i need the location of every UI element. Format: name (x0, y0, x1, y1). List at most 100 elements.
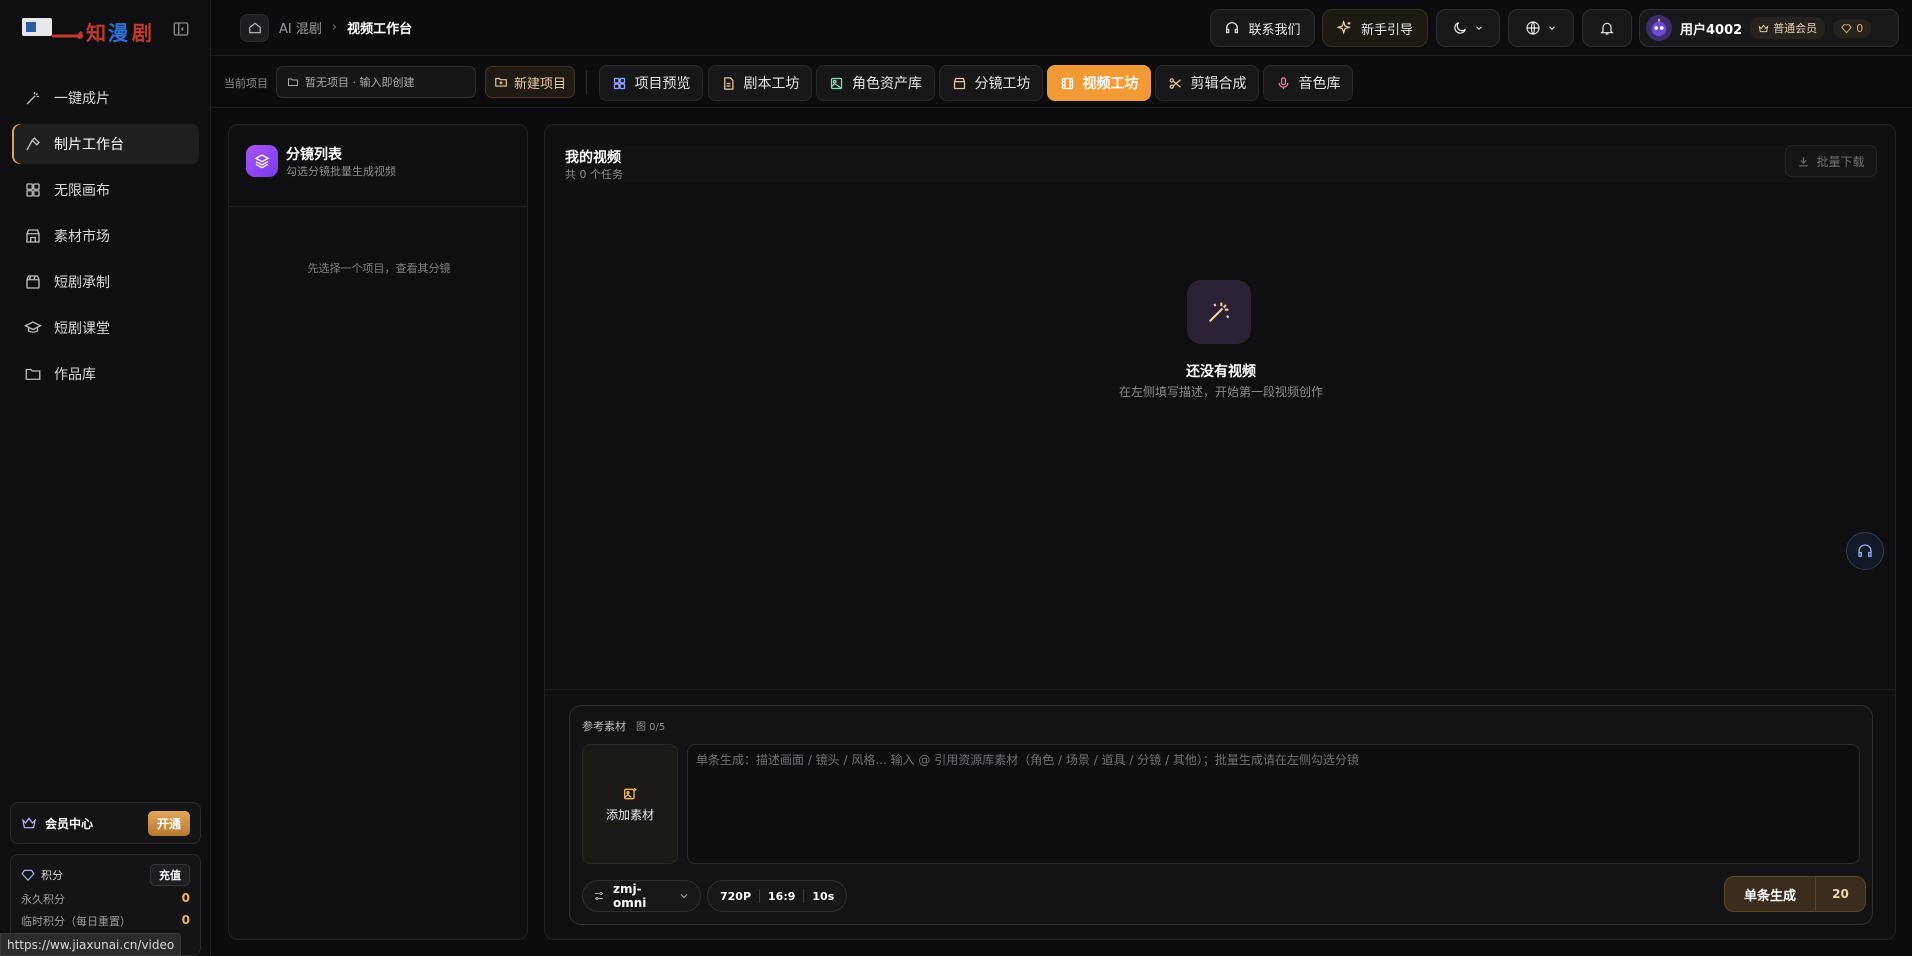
sidebar-item-canvas[interactable]: 无限画布 (12, 170, 199, 210)
folder-open-icon (287, 76, 299, 88)
notifications-button[interactable] (1582, 9, 1632, 47)
theme-toggle-button[interactable] (1436, 9, 1500, 47)
sidebar-item-one-click[interactable]: 一键成片 (12, 78, 199, 118)
storyboard-empty-text: 先选择一个项目，查看其分镜 (307, 262, 451, 275)
svg-text:知: 知 (86, 21, 106, 45)
scissors-icon (1168, 76, 1183, 91)
sidebar-item-label: 作品库 (54, 367, 96, 383)
tab-storyboard-workshop[interactable]: 分镜工坊 (939, 65, 1043, 101)
image-icon (829, 76, 844, 91)
duration-value: 10s (812, 889, 835, 903)
tab-edit-compose[interactable]: 剪辑合成 (1155, 65, 1259, 101)
sidebar-item-label: 制片工作台 (54, 137, 124, 153)
add-material-label: 添加素材 (605, 807, 654, 822)
bell-icon (1599, 20, 1615, 36)
store-icon (24, 227, 42, 245)
storyboard-list-header: 分镜列表 勾选分镜批量生成视频 (229, 125, 527, 207)
spec-divider (803, 889, 805, 903)
tab-project-preview[interactable]: 项目预览 (599, 65, 703, 101)
grid-icon (24, 181, 42, 199)
document-icon (721, 76, 736, 91)
my-videos-count: 共 0 个任务 (565, 168, 623, 181)
member-tier-label: 普通会员 (1773, 22, 1818, 35)
crown-icon (1758, 23, 1769, 34)
empty-state-subtitle: 在左侧填写描述，开始第一段视频创作 (1118, 385, 1323, 399)
headset-icon (1856, 542, 1874, 560)
member-center-card[interactable]: 会员中心 开通 (10, 802, 201, 844)
new-project-label: 新建项目 (513, 76, 566, 92)
svg-text:剧: 剧 (132, 21, 152, 45)
folder-plus-icon (494, 75, 508, 89)
layers-icon (246, 145, 278, 177)
magic-wand-icon (24, 89, 42, 107)
magic-wand-icon (1187, 280, 1251, 344)
globe-icon (1525, 20, 1541, 36)
image-plus-icon (622, 786, 638, 802)
logo-row: 知 漫 剧 (20, 10, 195, 50)
sidebar-item-workbench[interactable]: 制片工作台 (12, 124, 199, 164)
sidebar-item-works[interactable]: 作品库 (12, 354, 199, 394)
sidebar: 知 漫 剧 一键成片 制片工作台 无限画布 素材市场 短剧承制 短剧课堂 作品库… (0, 0, 211, 956)
sidebar-collapse-icon[interactable] (172, 20, 192, 40)
sidebar-item-label: 短剧课堂 (54, 321, 110, 337)
breadcrumb-current: 视频工作台 (347, 22, 413, 37)
user-profile-button[interactable]: 用户4002 普通会员 0 (1639, 9, 1899, 47)
sidebar-item-production[interactable]: 短剧承制 (12, 262, 199, 302)
tab-script-workshop[interactable]: 剧本工坊 (708, 65, 812, 101)
panel-divider (545, 689, 1895, 690)
recharge-button[interactable]: 充值 (150, 864, 190, 886)
top-header: AI 混剧 › 视频工作台 联系我们 新手引导 用户4002 普通会员 0 (211, 0, 1912, 56)
language-select-button[interactable] (1508, 9, 1574, 47)
tab-label: 音色库 (1298, 76, 1341, 92)
download-icon (1797, 155, 1810, 168)
status-url-tooltip: https://ww.jiaxunai.cn/video (0, 933, 182, 956)
tab-video-workshop[interactable]: 视频工坊 (1047, 65, 1151, 101)
add-material-button[interactable]: 添加素材 (582, 744, 678, 864)
storyboard-list-panel: 分镜列表 勾选分镜批量生成视频 先选择一个项目，查看其分镜 (228, 124, 528, 940)
beginner-guide-button[interactable]: 新手引导 (1322, 9, 1428, 47)
avatar (1646, 15, 1672, 41)
hammer-icon (24, 135, 42, 153)
single-generate-button[interactable]: 单条生成 20 (1724, 876, 1866, 912)
empty-state-title: 还没有视频 (1186, 364, 1256, 380)
sidebar-nav: 一键成片 制片工作台 无限画布 素材市场 短剧承制 短剧课堂 作品库 (12, 78, 199, 400)
current-project-label: 当前项目 (224, 77, 268, 90)
crown-icon (21, 815, 37, 831)
prompt-textarea[interactable] (687, 744, 1860, 864)
breadcrumb: AI 混剧 › 视频工作台 (279, 18, 412, 37)
storyboard-list-subtitle: 勾选分镜批量生成视频 (286, 165, 396, 178)
sidebar-item-classroom[interactable]: 短剧课堂 (12, 308, 199, 348)
tab-voice-library[interactable]: 音色库 (1263, 65, 1353, 101)
batch-download-button[interactable]: 批量下载 (1785, 145, 1877, 177)
sidebar-item-label: 素材市场 (54, 229, 110, 245)
project-input[interactable]: 暂无项目 · 输入即创建 (276, 66, 476, 98)
moon-icon (1452, 20, 1468, 36)
generate-label: 单条生成 (1743, 888, 1796, 904)
breadcrumb-parent[interactable]: AI 混剧 (279, 18, 322, 37)
reference-material-count: 图 0/5 (636, 722, 666, 733)
member-open-button[interactable]: 开通 (147, 810, 190, 836)
contact-us-label: 联系我们 (1248, 22, 1301, 38)
temporary-points-row: 临时积分（每日重置） 0 (21, 913, 190, 929)
model-select[interactable]: zmj-omni (582, 880, 701, 912)
new-project-button[interactable]: 新建项目 (485, 66, 575, 98)
home-button[interactable] (240, 14, 269, 42)
my-videos-header: 我的视频 共 0 个任务 批量下载 (565, 145, 1877, 183)
clapperboard-icon (24, 273, 42, 291)
tab-character-assets[interactable]: 角色资产库 (816, 65, 935, 101)
video-spec-select[interactable]: 720P 16:9 10s (707, 880, 848, 912)
model-name: zmj-omni (613, 882, 647, 910)
floating-support-button[interactable] (1846, 532, 1884, 570)
chevron-right-icon: › (331, 20, 338, 35)
headset-icon (1224, 20, 1240, 36)
brand-logo[interactable]: 知 漫 剧 (20, 10, 160, 50)
tab-label: 剪辑合成 (1190, 76, 1247, 92)
chevron-down-icon (678, 890, 690, 902)
home-icon (248, 21, 262, 35)
contact-us-button[interactable]: 联系我们 (1210, 9, 1315, 47)
tab-label: 视频工坊 (1082, 76, 1139, 92)
film-icon (1060, 76, 1075, 91)
project-input-placeholder: 暂无项目 · 输入即创建 (305, 76, 415, 89)
sidebar-item-market[interactable]: 素材市场 (12, 216, 199, 256)
sidebar-item-label: 无限画布 (54, 183, 110, 199)
